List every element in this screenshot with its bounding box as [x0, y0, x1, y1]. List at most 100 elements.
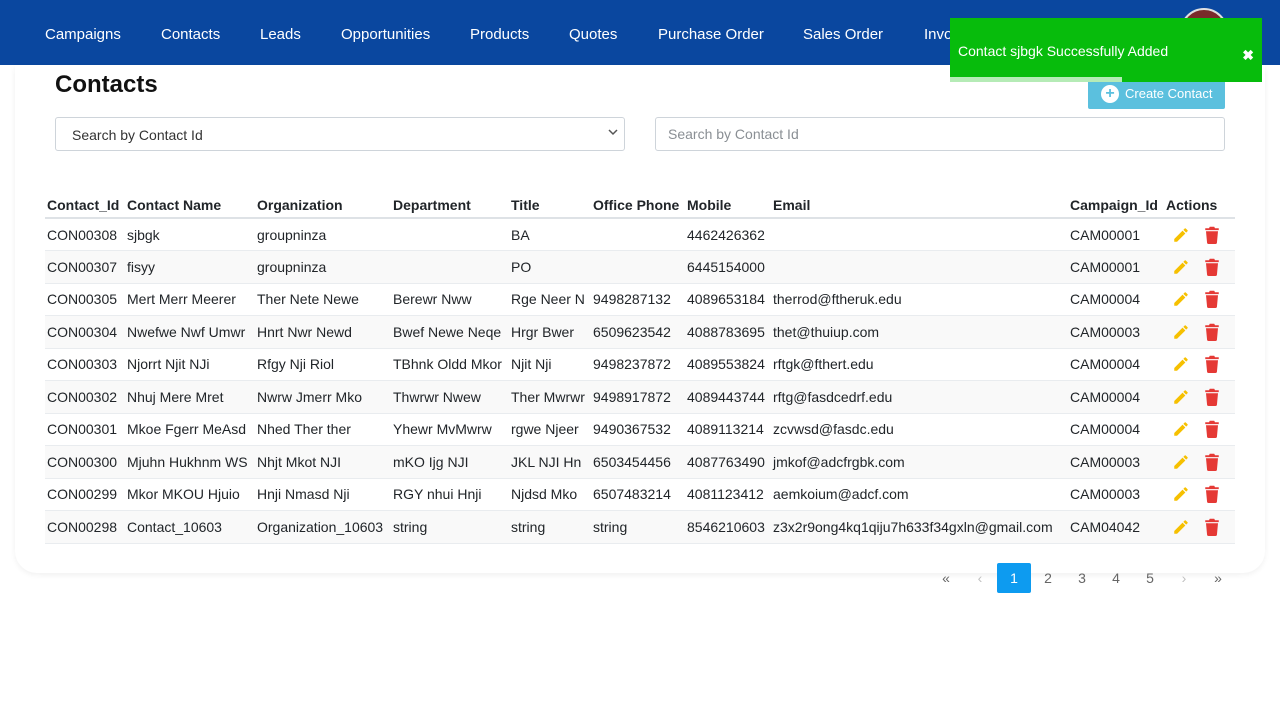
- cell-contact-name: Mert Merr Meerer: [125, 283, 255, 316]
- header-mobile[interactable]: Mobile: [685, 192, 771, 219]
- header-office-phone[interactable]: Office Phone: [591, 192, 685, 219]
- page-last-button[interactable]: »: [1201, 563, 1235, 593]
- cell-email: rftgk@fthert.edu: [771, 348, 1068, 381]
- cell-organization: Organization_10603: [255, 510, 391, 544]
- trash-icon[interactable]: [1204, 290, 1220, 309]
- header-organization[interactable]: Organization: [255, 192, 391, 219]
- cell-organization: Nwrw Jmerr Mko: [255, 380, 391, 414]
- cell-campaign-id: CAM00003: [1068, 478, 1164, 511]
- cell-email: [771, 218, 1068, 251]
- nav-item-quotes[interactable]: Quotes: [569, 26, 617, 43]
- table-row: CON00307 fisyy groupninza PO 6445154000 CAM00…: [45, 250, 1235, 284]
- search-input[interactable]: [655, 117, 1225, 151]
- search-type-value: Search by Contact Id: [72, 127, 203, 143]
- pencil-icon[interactable]: [1172, 518, 1190, 536]
- search-type-select[interactable]: Search by Contact Id: [55, 117, 625, 151]
- header-actions: Actions: [1164, 192, 1235, 219]
- trash-icon[interactable]: [1204, 485, 1220, 504]
- cell-contact-name: Nhuj Mere Mret: [125, 380, 255, 414]
- trash-icon[interactable]: [1204, 388, 1220, 406]
- cell-email: rftg@fasdcedrf.edu: [771, 380, 1068, 414]
- cell-contact-id: CON00304: [45, 315, 125, 349]
- cell-contact-id: CON00302: [45, 380, 125, 414]
- cell-actions: [1164, 510, 1235, 544]
- create-contact-label: Create Contact: [1125, 86, 1213, 101]
- page-title: Contacts: [55, 71, 158, 98]
- cell-department: mKO Ijg NJI: [391, 445, 509, 479]
- header-title[interactable]: Title: [509, 192, 591, 219]
- trash-icon[interactable]: [1204, 226, 1220, 244]
- cell-contact-id: CON00298: [45, 510, 125, 544]
- header-campaign-id[interactable]: Campaign_Id: [1068, 192, 1164, 219]
- page-button-1[interactable]: 1: [997, 563, 1031, 593]
- cell-mobile: 4089113214: [685, 413, 771, 446]
- page-next-button[interactable]: ›: [1167, 563, 1201, 593]
- nav-item-sales-order[interactable]: Sales Order: [803, 26, 883, 43]
- nav-item-leads[interactable]: Leads: [260, 26, 301, 43]
- table-row: CON00303 Njorrt Njit NJi Rfgy Nji Riol TBhn…: [45, 348, 1235, 381]
- cell-contact-name: sjbgk: [125, 218, 255, 251]
- cell-campaign-id: CAM00001: [1068, 250, 1164, 284]
- cell-contact-id: CON00303: [45, 348, 125, 381]
- trash-icon[interactable]: [1204, 420, 1220, 439]
- create-contact-button[interactable]: + Create Contact: [1088, 78, 1225, 109]
- nav-item-products[interactable]: Products: [470, 26, 529, 43]
- cell-actions: [1164, 218, 1235, 251]
- cell-department: string: [391, 510, 509, 544]
- cell-title: JKL NJI Hn: [509, 445, 591, 479]
- header-contact-id[interactable]: Contact_Id: [45, 192, 125, 219]
- pencil-icon[interactable]: [1172, 388, 1190, 406]
- nav-item-opportunities[interactable]: Opportunities: [341, 26, 430, 43]
- table-row: CON00300 Mjuhn Hukhnm WS Nhjt Mkot NJI mKO …: [45, 445, 1235, 479]
- cell-department: [391, 218, 509, 251]
- pencil-icon[interactable]: [1172, 355, 1190, 373]
- cell-contact-name: Mjuhn Hukhnm WS: [125, 445, 255, 479]
- header-contact-name[interactable]: Contact Name: [125, 192, 255, 219]
- page-button-5[interactable]: 5: [1133, 563, 1167, 593]
- cell-actions: [1164, 315, 1235, 349]
- header-department[interactable]: Department: [391, 192, 509, 219]
- page-first-button[interactable]: «: [929, 563, 963, 593]
- pencil-icon[interactable]: [1172, 420, 1190, 438]
- trash-icon[interactable]: [1204, 323, 1220, 341]
- cell-email: jmkof@adcfrgbk.com: [771, 445, 1068, 479]
- table-row: CON00301 Mkoe Fgerr MeAsd Nhed Ther ther Yh…: [45, 413, 1235, 446]
- cell-actions: [1164, 283, 1235, 316]
- page-button-4[interactable]: 4: [1099, 563, 1133, 593]
- cell-email: aemkoium@adcf.com: [771, 478, 1068, 511]
- pencil-icon[interactable]: [1172, 290, 1190, 308]
- pencil-icon[interactable]: [1172, 258, 1190, 276]
- header-email[interactable]: Email: [771, 192, 1068, 219]
- cell-title: Njdsd Mko: [509, 478, 591, 511]
- success-toast[interactable]: Contact sjbgk Successfully Added ✖: [950, 18, 1262, 82]
- cell-actions: [1164, 250, 1235, 284]
- cell-campaign-id: CAM00004: [1068, 413, 1164, 446]
- nav-item-campaigns[interactable]: Campaigns: [45, 26, 121, 43]
- cell-department: Thwrwr Nwew: [391, 380, 509, 414]
- trash-icon[interactable]: [1204, 518, 1220, 536]
- nav-item-contacts[interactable]: Contacts: [161, 26, 220, 43]
- page-button-3[interactable]: 3: [1065, 563, 1099, 593]
- pencil-icon[interactable]: [1172, 485, 1190, 503]
- trash-icon[interactable]: [1204, 258, 1220, 276]
- pagination: « ‹ 1 2 3 4 5 › »: [929, 563, 1235, 593]
- table-row: CON00302 Nhuj Mere Mret Nwrw Jmerr Mko Thwr…: [45, 380, 1235, 414]
- cell-title: PO: [509, 250, 591, 284]
- nav-item-purchase-order[interactable]: Purchase Order: [658, 26, 764, 43]
- trash-icon[interactable]: [1204, 355, 1220, 374]
- cell-title: rgwe Njeer: [509, 413, 591, 446]
- cell-mobile: 8546210603: [685, 510, 771, 544]
- pencil-icon[interactable]: [1172, 453, 1190, 471]
- close-icon[interactable]: ✖: [1242, 47, 1254, 64]
- trash-icon[interactable]: [1204, 453, 1220, 471]
- cell-campaign-id: CAM04042: [1068, 510, 1164, 544]
- cell-mobile: 4087763490: [685, 445, 771, 479]
- page-prev-button[interactable]: ‹: [963, 563, 997, 593]
- cell-actions: [1164, 413, 1235, 446]
- page-button-2[interactable]: 2: [1031, 563, 1065, 593]
- pencil-icon[interactable]: [1172, 323, 1190, 341]
- cell-organization: groupninza: [255, 250, 391, 284]
- cell-title: Rge Neer N: [509, 283, 591, 316]
- pencil-icon[interactable]: [1172, 226, 1190, 244]
- cell-actions: [1164, 478, 1235, 511]
